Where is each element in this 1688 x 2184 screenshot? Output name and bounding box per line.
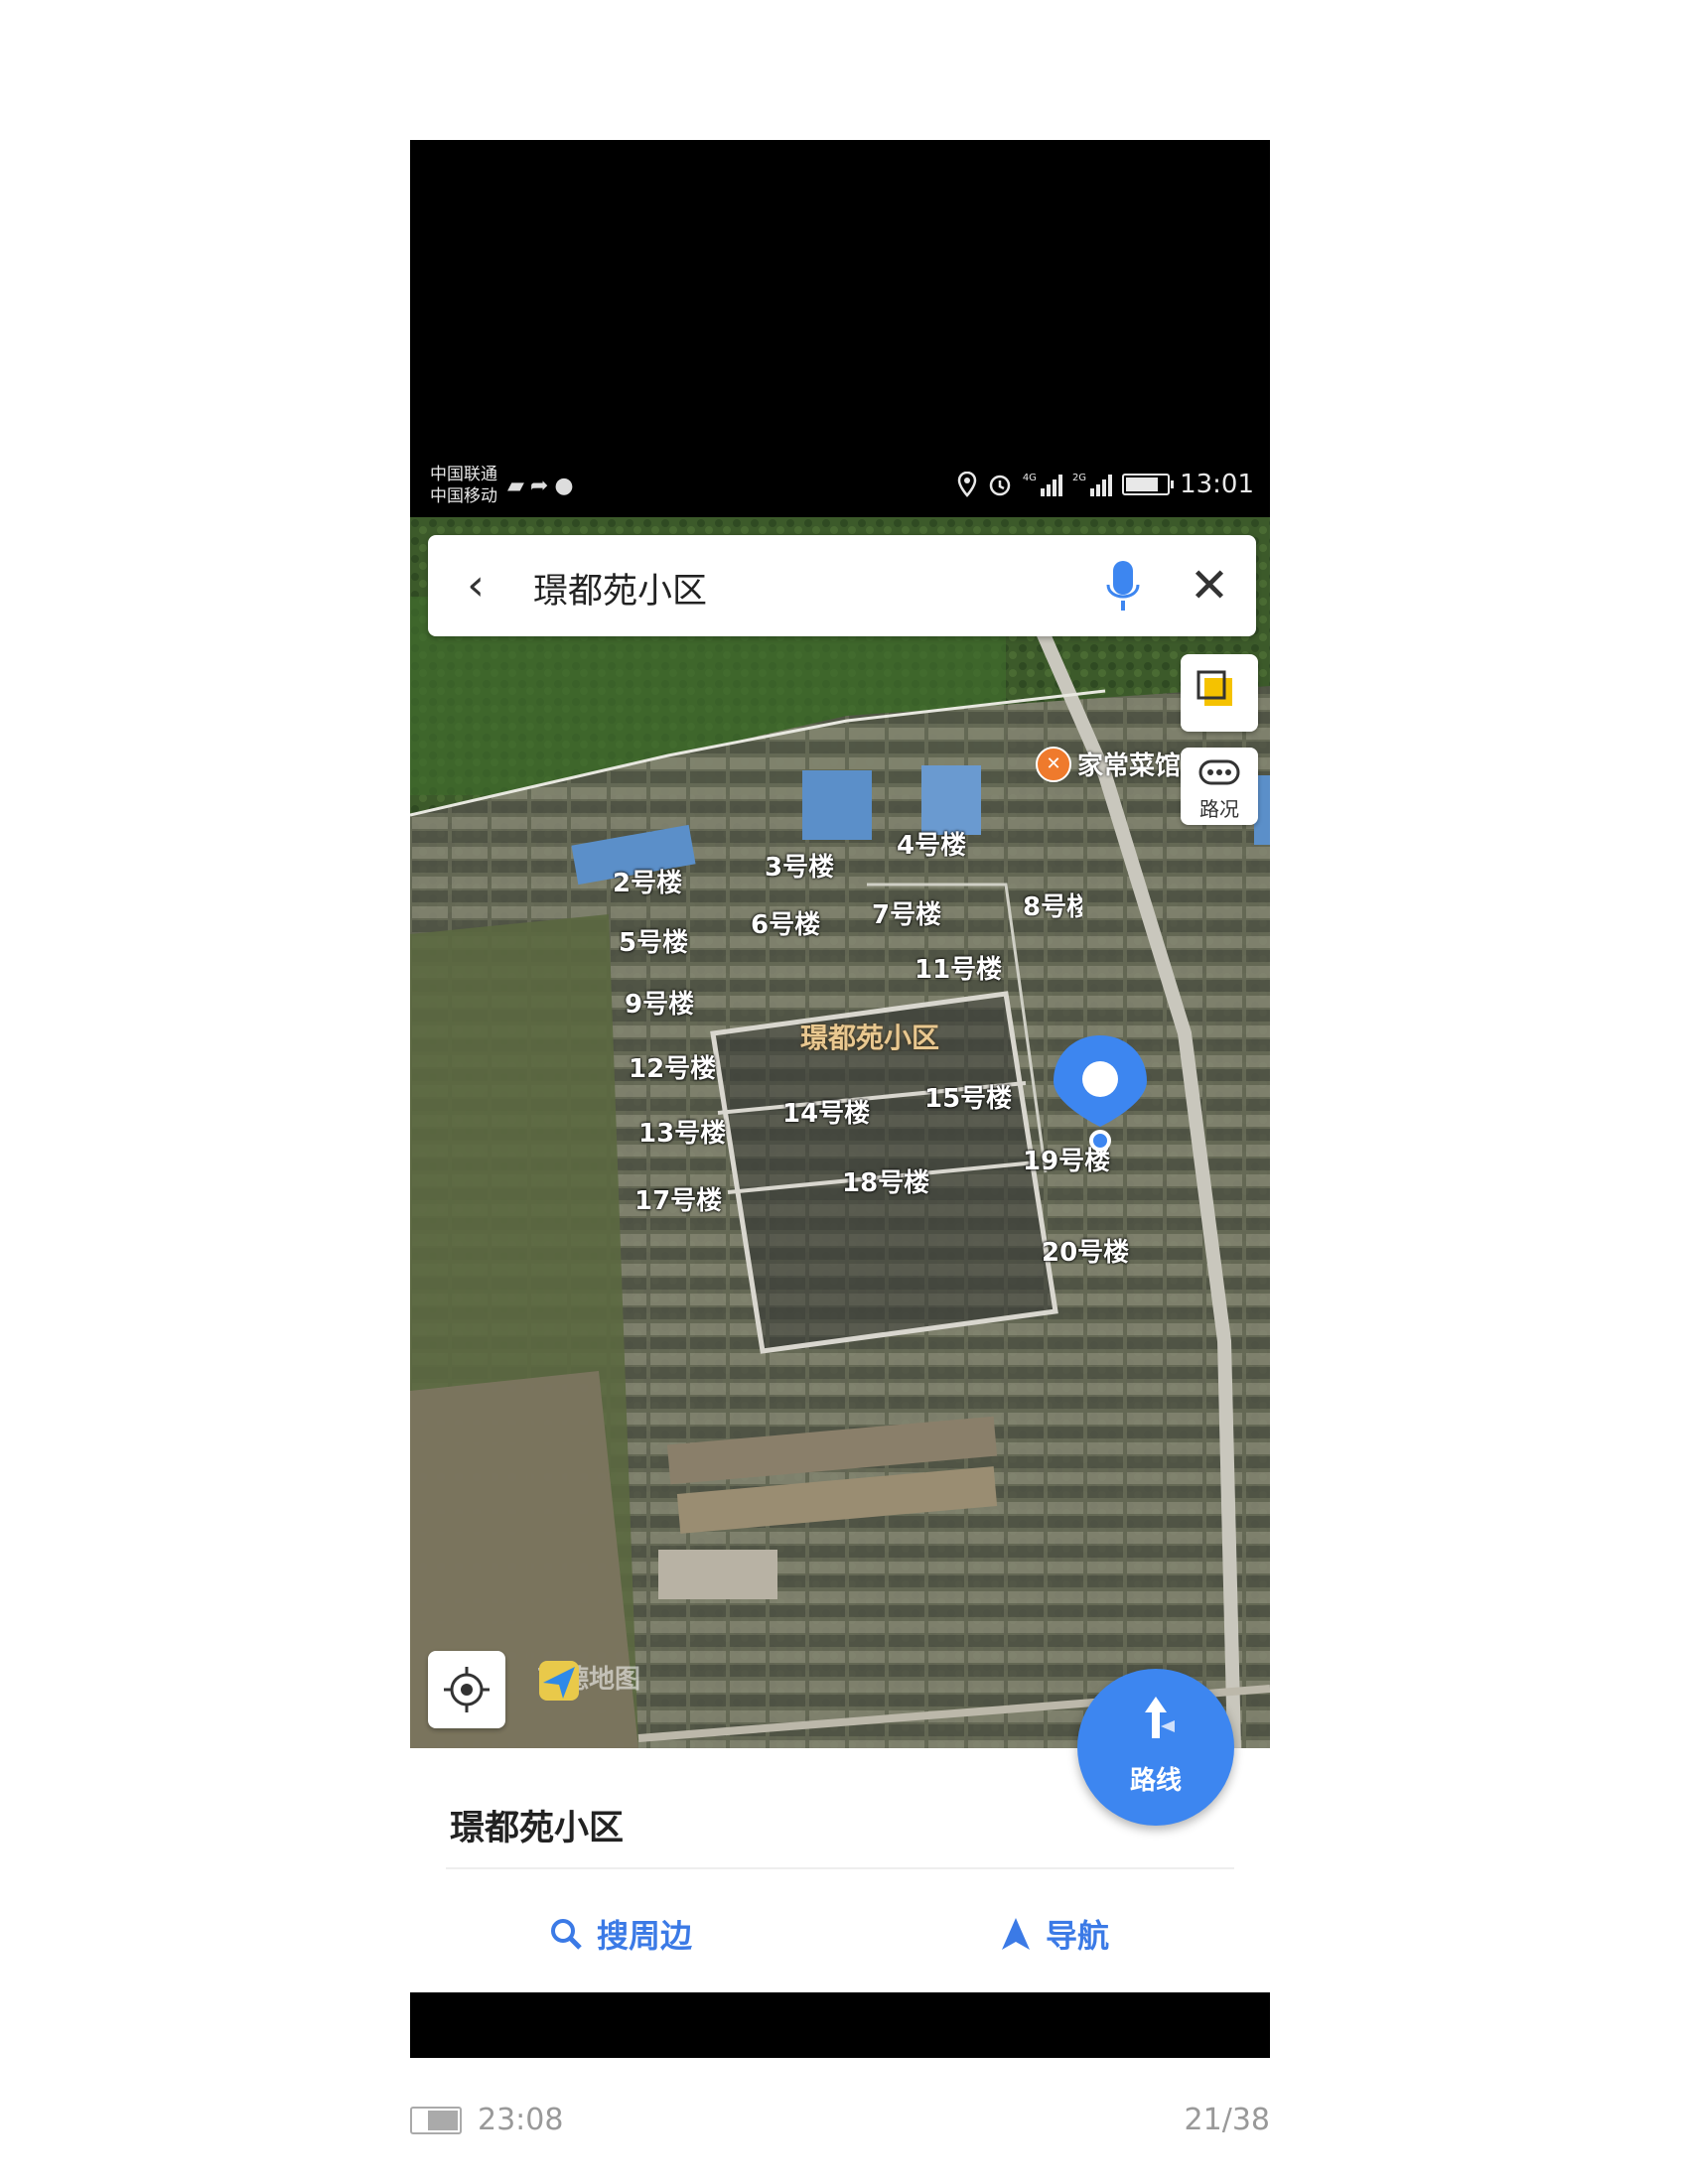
- building-label[interactable]: 9号楼: [625, 984, 694, 1021]
- search-icon: [551, 1919, 582, 1950]
- carrier-1: 中国联通: [430, 465, 497, 484]
- building-label[interactable]: 2号楼: [613, 863, 682, 899]
- route-button[interactable]: 路线: [1077, 1669, 1234, 1826]
- notification-icons: ▰➦●: [507, 474, 580, 498]
- building-label[interactable]: 13号楼: [638, 1113, 726, 1150]
- map-logo: 高德地图: [537, 1659, 640, 1701]
- building-label[interactable]: 17号楼: [634, 1180, 722, 1217]
- divider: [446, 1867, 1234, 1869]
- map-layers-button[interactable]: [1181, 654, 1258, 732]
- building-label[interactable]: 5号楼: [619, 922, 688, 959]
- battery-icon: [410, 2106, 462, 2134]
- navigate-label: 导航: [1046, 1917, 1110, 1955]
- carrier-2: 中国移动: [430, 486, 497, 506]
- amap-logo-icon: [539, 1661, 579, 1701]
- search-nearby-label: 搜周边: [597, 1917, 693, 1955]
- building-label[interactable]: 14号楼: [782, 1093, 870, 1130]
- navigation-arrow-icon: [1002, 1918, 1030, 1950]
- alarm-icon: [989, 475, 1011, 496]
- back-arrow-icon[interactable]: ‹: [452, 559, 499, 613]
- restaurant-icon: ✕: [1036, 746, 1071, 782]
- arrow-icon: ➦: [529, 474, 555, 498]
- building-label[interactable]: 12号楼: [629, 1048, 716, 1085]
- crosshair-icon: [444, 1667, 490, 1712]
- search-bar[interactable]: ‹ 璟都苑小区 ✕: [428, 535, 1256, 636]
- status-bar: 中国联通 中国移动 ▰➦● 4G 2G 13:01: [410, 458, 1270, 517]
- search-input[interactable]: 璟都苑小区: [533, 563, 707, 614]
- building-label[interactable]: 3号楼: [765, 847, 834, 884]
- navigate-button[interactable]: 导航: [1000, 1911, 1109, 1957]
- microphone-icon[interactable]: [1105, 557, 1141, 614]
- status-time: 13:01: [1180, 470, 1254, 499]
- traffic-label: 路况: [1199, 797, 1239, 821]
- building-label[interactable]: 11号楼: [914, 949, 1002, 986]
- location-icon: [957, 472, 977, 497]
- building-label[interactable]: 18号楼: [842, 1162, 929, 1199]
- wechat-icon: ●: [554, 474, 580, 498]
- route-label: 路线: [1129, 1766, 1182, 1796]
- building-label[interactable]: 20号楼: [1042, 1232, 1129, 1269]
- building-label[interactable]: 4号楼: [897, 825, 966, 862]
- system-nav-bar: [410, 1992, 1270, 2058]
- traffic-button[interactable]: 路况: [1181, 748, 1258, 825]
- layers-icon: [1196, 670, 1232, 706]
- poi-restaurant-label: 家常菜馆: [1077, 751, 1182, 781]
- location-pin-icon[interactable]: [1046, 1031, 1155, 1164]
- page-counter: 21/38: [1184, 2103, 1270, 2137]
- locate-me-button[interactable]: [428, 1651, 505, 1728]
- building-label[interactable]: 8号楼: [1023, 887, 1082, 923]
- carrier-labels: 中国联通 中国移动: [430, 464, 497, 507]
- viewer-time: 23:08: [478, 2103, 564, 2137]
- building-label[interactable]: 7号楼: [872, 894, 941, 931]
- poi-restaurant[interactable]: ✕ 家常菜馆: [1036, 746, 1181, 782]
- signal-2g-icon: 2G: [1072, 473, 1113, 496]
- traffic-icon: [1198, 759, 1240, 785]
- phone-screen: 中国联通 中国移动 ▰➦● 4G 2G 13:01 2号楼 3号楼 4号楼 5号…: [410, 140, 1270, 2058]
- place-title: 璟都苑小区: [450, 1809, 625, 1848]
- building-label[interactable]: 6号楼: [751, 904, 820, 941]
- battery-icon: [1122, 474, 1175, 495]
- route-arrow-icon: [1145, 1697, 1175, 1738]
- residential-area-label[interactable]: 璟都苑小区: [800, 1017, 939, 1056]
- activity-icon: ▰: [507, 474, 530, 498]
- signal-4g-icon: 4G: [1023, 473, 1062, 496]
- viewer-status: 23:08: [410, 2103, 563, 2137]
- search-nearby-button[interactable]: 搜周边: [549, 1911, 692, 1957]
- close-icon[interactable]: ✕: [1183, 559, 1236, 613]
- building-label[interactable]: 15号楼: [924, 1078, 1012, 1115]
- status-right: 4G 2G 13:01: [957, 470, 1254, 499]
